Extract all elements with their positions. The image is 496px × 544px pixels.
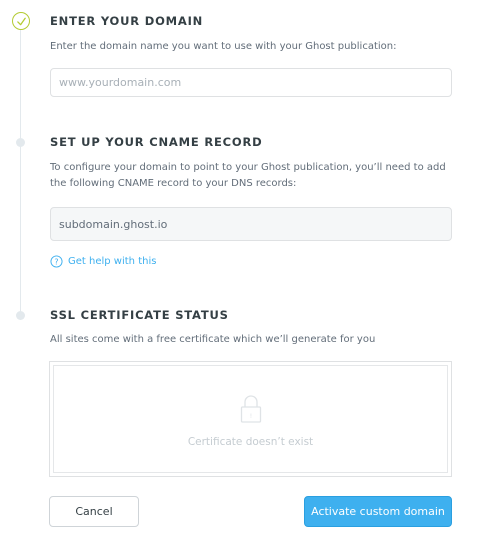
section-desc-enter-domain: Enter the domain name you want to use wi…	[50, 41, 397, 52]
section-cname-record: SET UP YOUR CNAME RECORD To configure yo…	[50, 134, 452, 192]
certificate-inner: ! Certificate doesn’t exist	[53, 365, 448, 473]
cname-value: subdomain.ghost.io	[59, 217, 168, 231]
domain-input[interactable]	[50, 68, 452, 97]
cname-value-field[interactable]: subdomain.ghost.io	[50, 207, 452, 241]
svg-text:!: !	[249, 413, 251, 420]
svg-text:?: ?	[54, 257, 58, 266]
section-ssl-status: SSL CERTIFICATE STATUS All sites come wi…	[50, 307, 452, 348]
section-enter-domain: ENTER YOUR DOMAIN Enter the domain name …	[50, 13, 452, 55]
help-link-label: Get help with this	[68, 256, 157, 267]
timeline-line	[20, 30, 21, 320]
lock-icon: !	[240, 395, 261, 423]
certificate-box: ! Certificate doesn’t exist	[49, 361, 452, 477]
check-circle-icon	[12, 12, 30, 30]
step-dot-ssl	[16, 311, 25, 320]
step-dot-cname	[16, 138, 25, 147]
activate-custom-domain-button[interactable]: Activate custom domain	[304, 496, 452, 527]
section-title-cname: SET UP YOUR CNAME RECORD	[50, 135, 263, 149]
section-desc-ssl: All sites come with a free certificate w…	[50, 334, 376, 345]
help-link[interactable]: ? Get help with this	[50, 255, 156, 268]
certificate-status-text: Certificate doesn’t exist	[187, 436, 314, 448]
section-title-ssl: SSL CERTIFICATE STATUS	[50, 308, 229, 322]
cancel-button[interactable]: Cancel	[49, 496, 139, 527]
section-title-enter-domain: ENTER YOUR DOMAIN	[50, 14, 204, 28]
check-icon	[16, 17, 26, 25]
question-circle-icon: ?	[50, 255, 63, 268]
section-desc-cname: To configure your domain to point to you…	[50, 162, 446, 189]
